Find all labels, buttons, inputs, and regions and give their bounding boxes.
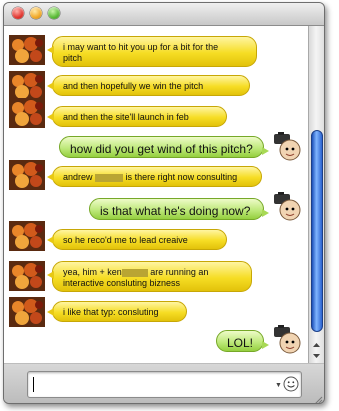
message-bubble: and then hopefully we win the pitch: [47, 75, 250, 96]
message-text: are running an: [150, 267, 209, 277]
message-text: and then hopefully we win the pitch: [63, 81, 204, 91]
message-text: yea, him + ken: [63, 267, 122, 277]
close-button[interactable]: [12, 7, 24, 19]
bubble-tail: [262, 147, 269, 155]
buddy-avatar: [9, 261, 45, 291]
bubble-tail: [47, 308, 54, 316]
title-bar: [4, 3, 324, 26]
buddy-avatar: [9, 71, 45, 101]
message-bubble: is that what he's doing now?: [89, 198, 269, 220]
bubble-tail: [47, 82, 54, 90]
smiley-icon[interactable]: [283, 376, 299, 392]
message-bubble: LOL!: [216, 330, 269, 352]
bubble-tail: [47, 173, 54, 181]
message-text: i like that typ: consluting: [63, 307, 159, 317]
message-text: how did you get wind of this pitch?: [70, 142, 253, 156]
bubble-tail: [47, 236, 54, 244]
buddy-avatar: [9, 160, 45, 190]
message-text: pitch: [63, 53, 83, 63]
message-text: is that what he's doing now?: [100, 204, 251, 218]
compose-bar: ▼: [4, 364, 324, 403]
message-bubble: andrew is there right now consulting: [47, 166, 262, 187]
message-input[interactable]: ▼: [27, 371, 302, 398]
redaction-bar: [95, 173, 124, 182]
bubble-tail: [47, 113, 54, 121]
bubble-tail: [47, 271, 54, 279]
buddy-avatar: [9, 98, 45, 128]
message-text: LOL!: [227, 336, 254, 350]
buddy-avatar: [9, 221, 45, 251]
scroll-down-arrow-icon[interactable]: [310, 351, 323, 361]
bubble-tail: [47, 46, 54, 54]
message-bubble: yea, him + ken are running an interactiv…: [47, 261, 252, 292]
buddy-avatar: [9, 297, 45, 327]
message-text: i may want to hit you up for a bit for t…: [63, 42, 219, 52]
message-text: and then the site'll launch in feb: [63, 112, 189, 122]
buddy-avatar: [9, 35, 45, 65]
scroll-up-arrow-icon[interactable]: [310, 340, 323, 350]
vertical-scrollbar[interactable]: [308, 26, 324, 363]
resize-grip-icon[interactable]: [313, 392, 323, 403]
redaction-bar: [121, 268, 148, 277]
message-bubble: i like that typ: consluting: [47, 301, 187, 322]
bubble-tail: [262, 209, 269, 217]
message-bubble: so he reco'd me to lead creaive: [47, 229, 227, 250]
message-text: andrew: [63, 172, 93, 182]
message-bubble: and then the site'll launch in feb: [47, 106, 227, 127]
my-avatar: [272, 323, 306, 355]
minimize-button[interactable]: [30, 7, 42, 19]
message-bubble: how did you get wind of this pitch?: [59, 136, 269, 158]
my-avatar: [272, 130, 306, 162]
message-bubble: i may want to hit you up for a bit for t…: [47, 36, 257, 67]
message-text: interactive consluting bizness: [63, 278, 181, 288]
message-text: so he reco'd me to lead creaive: [63, 235, 188, 245]
text-caret: [33, 377, 34, 392]
my-avatar: [272, 190, 306, 222]
zoom-button[interactable]: [48, 7, 60, 19]
message-text: is there right now consulting: [125, 172, 238, 182]
scroll-thumb[interactable]: [311, 130, 323, 332]
message-transcript: i may want to hit you up for a bit for t…: [4, 26, 308, 363]
bubble-tail: [262, 341, 269, 349]
chat-window: i may want to hit you up for a bit for t…: [3, 2, 325, 404]
chevron-down-icon[interactable]: ▼: [275, 382, 282, 389]
